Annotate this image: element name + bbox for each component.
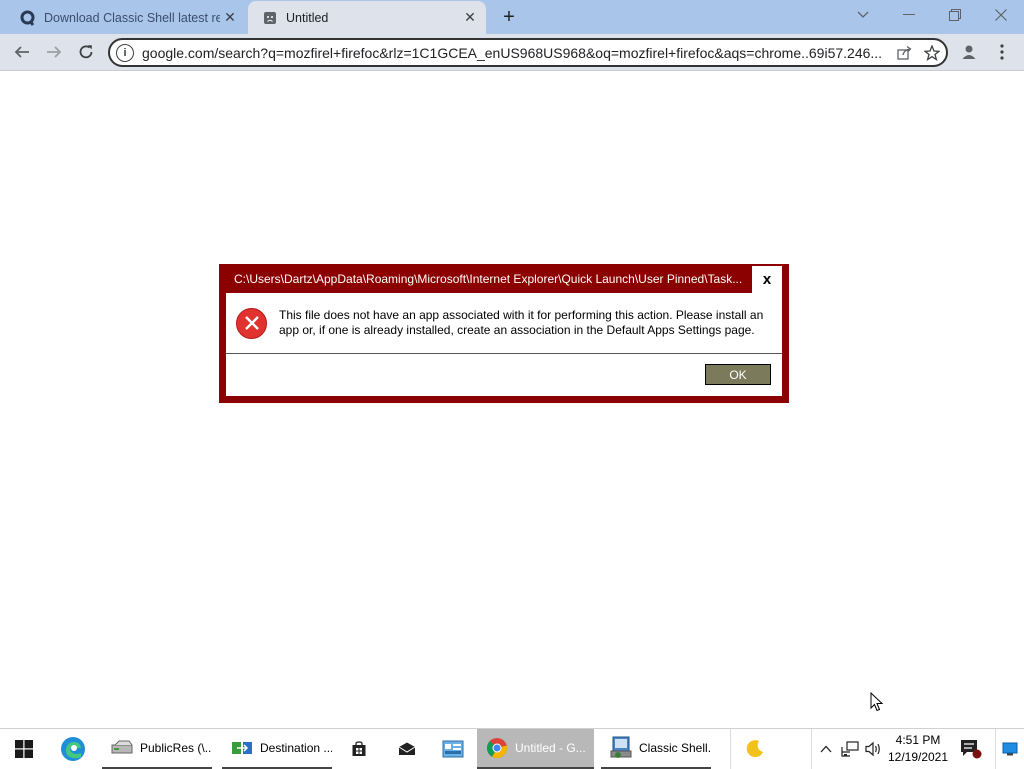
ok-button[interactable]: OK (705, 364, 771, 385)
dialog-titlebar[interactable]: C:\Users\Dartz\AppData\Roaming\Microsoft… (226, 264, 782, 293)
volume-tray-button[interactable] (862, 729, 886, 769)
tab-search-chevron-icon[interactable] (840, 0, 886, 30)
bookmark-star-icon[interactable] (918, 41, 946, 65)
windows-taskbar: PublicRes (\... Destination ... Untitled… (0, 728, 1024, 769)
clock-time: 4:51 PM (895, 733, 941, 747)
close-tab-icon[interactable]: ✕ (460, 8, 480, 28)
dialog-footer: OK (226, 354, 782, 396)
taskbar-mail[interactable] (392, 729, 422, 769)
dialog-title: C:\Users\Dartz\AppData\Roaming\Microsoft… (234, 271, 743, 286)
tab-classic-shell[interactable]: Download Classic Shell latest rele ✕ (6, 1, 246, 34)
mouse-cursor-icon (870, 691, 884, 712)
qwant-icon (20, 10, 36, 26)
start-button[interactable] (0, 729, 48, 769)
windows-logo-icon (15, 740, 33, 758)
taskbar-item-label: Untitled - G... (515, 741, 586, 755)
forward-button[interactable] (40, 38, 68, 66)
tab-untitled[interactable]: Untitled ✕ (248, 1, 486, 34)
moon-icon (743, 737, 767, 761)
show-desktop-button[interactable] (995, 729, 1024, 769)
clock-date: 12/19/2021 (887, 750, 949, 764)
restore-button[interactable] (932, 0, 978, 30)
network-drive-icon (110, 736, 134, 760)
move-file-icon (230, 736, 254, 760)
desktop-icon (1002, 742, 1018, 756)
back-button[interactable] (8, 38, 36, 66)
tab-title: Download Classic Shell latest rele (44, 10, 220, 25)
close-window-button[interactable] (978, 0, 1024, 30)
dialog-message: This file does not have an app associate… (279, 308, 764, 337)
control-panel-icon (442, 740, 464, 758)
action-center-button[interactable] (954, 729, 988, 769)
chevron-up-icon (820, 745, 832, 753)
taskbar-store[interactable] (344, 729, 374, 769)
taskbar-chrome[interactable]: Untitled - G... (477, 729, 594, 769)
minimize-button[interactable] (886, 0, 932, 30)
browser-tabstrip: Download Classic Shell latest rele ✕ Unt… (0, 0, 1024, 34)
taskbar-item-label: Classic Shell... (639, 741, 711, 755)
volume-icon (865, 741, 880, 757)
taskbar-control-panel[interactable] (438, 729, 468, 769)
dialog-close-button[interactable]: x (752, 266, 782, 293)
network-tray-button[interactable] (838, 729, 862, 769)
site-info-icon[interactable]: i (116, 43, 134, 62)
browser-toolbar: i google.com/search?q=mozfirel+firefoc&r… (0, 34, 1024, 71)
network-icon (841, 741, 859, 757)
share-icon[interactable] (890, 41, 918, 65)
tab-title: Untitled (286, 10, 329, 25)
error-icon (236, 307, 267, 339)
address-bar[interactable]: i google.com/search?q=mozfirel+firefoc&r… (108, 38, 948, 67)
taskbar-item-label: Destination ... (260, 741, 332, 755)
chrome-icon (485, 736, 509, 760)
address-url[interactable]: google.com/search?q=mozfirel+firefoc&rlz… (142, 45, 890, 61)
classic-shell-installer-icon (609, 736, 633, 760)
error-dialog: C:\Users\Dartz\AppData\Roaming\Microsoft… (219, 264, 789, 403)
taskbar-publicres[interactable]: PublicRes (\... (102, 729, 212, 769)
reload-button[interactable] (72, 38, 100, 66)
taskbar-item-label: PublicRes (\... (140, 741, 212, 755)
profile-avatar-icon[interactable] (955, 38, 983, 66)
mail-icon (398, 742, 416, 755)
new-tab-button[interactable]: + (496, 4, 522, 30)
taskbar-classic-shell[interactable]: Classic Shell... (601, 729, 711, 769)
taskbar-edge[interactable] (52, 729, 94, 769)
dialog-body: This file does not have an app associate… (226, 293, 782, 354)
taskbar-night-light[interactable] (730, 729, 812, 769)
taskbar-clock[interactable]: 4:51 PM 12/19/2021 (886, 729, 950, 769)
store-bag-icon (352, 741, 366, 756)
edge-icon (61, 737, 85, 761)
taskbar-destination[interactable]: Destination ... (222, 729, 332, 769)
notifications-icon (961, 740, 982, 759)
menu-kebab-icon[interactable] (988, 38, 1016, 66)
sad-page-icon (262, 10, 278, 26)
show-hidden-icons-button[interactable] (816, 729, 836, 769)
close-tab-icon[interactable]: ✕ (220, 8, 240, 28)
